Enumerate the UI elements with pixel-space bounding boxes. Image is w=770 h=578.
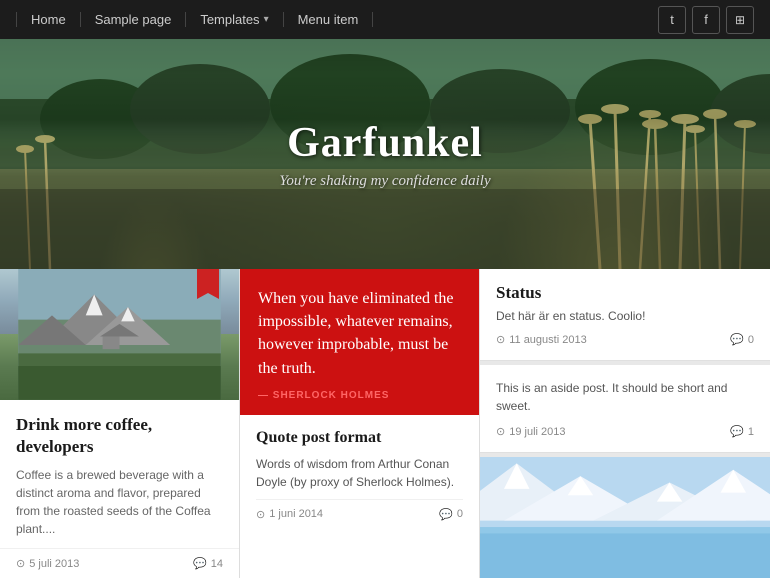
card-quote-text: Words of wisdom from Arthur Conan Doyle … (256, 455, 463, 491)
card-status-date-text: 11 augusti 2013 (509, 334, 586, 346)
card-aside-comments-count: 1 (748, 426, 754, 438)
nav-templates-label: Templates (200, 12, 259, 27)
card-aside: This is an aside post. It should be shor… (480, 365, 770, 453)
nav-templates[interactable]: Templates ▾ (186, 12, 283, 27)
twitter-button[interactable]: t (658, 6, 686, 34)
clock-icon-aside (496, 425, 505, 438)
card-aside-comments: 💬 1 (730, 425, 754, 438)
card-quote-comments-count: 0 (457, 508, 463, 520)
card-quote-footer: 1 juni 2014 💬 0 (256, 499, 463, 521)
card-status-comments: 💬 0 (730, 333, 754, 346)
card-coffee-body: Drink more coffee, developers Coffee is … (0, 400, 239, 548)
card-red-author: — Sherlock Holmes (258, 390, 461, 401)
nav-sample-page[interactable]: Sample page (81, 12, 187, 27)
card-coffee-comments-count: 14 (211, 558, 223, 570)
card-status-text: Det här är en status. Coolio! (496, 309, 754, 323)
nav-home-label: Home (31, 12, 66, 27)
card-middle-column: When you have eliminated the impossible,… (240, 269, 480, 578)
clock-icon-quote (256, 508, 265, 521)
nav-home[interactable]: Home (16, 12, 81, 27)
card-coffee-text: Coffee is a brewed beverage with a disti… (16, 466, 223, 538)
nav-sample-page-label: Sample page (95, 12, 172, 27)
card-status-comments-count: 0 (748, 334, 754, 346)
card-coffee-comments: 💬 14 (193, 557, 223, 570)
card-coffee-date: 5 juli 2013 (16, 557, 79, 570)
hero-section: Garfunkel You're shaking my confidence d… (0, 39, 770, 269)
card-aside-footer: 19 juli 2013 💬 1 (496, 425, 754, 438)
nav-right: t f ⊞ (658, 6, 754, 34)
comment-icon: 💬 (193, 557, 207, 570)
facebook-button[interactable]: f (692, 6, 720, 34)
comment-icon-quote: 💬 (439, 508, 453, 521)
nav-menu-item[interactable]: Menu item (284, 12, 374, 27)
card-coffee-date-text: 5 juli 2013 (29, 558, 79, 570)
card-status-title[interactable]: Status (496, 283, 754, 303)
card-coffee-title[interactable]: Drink more coffee, developers (16, 414, 223, 458)
nav-left: Home Sample page Templates ▾ Menu item (16, 12, 373, 27)
hero-subtitle: You're shaking my confidence daily (279, 173, 490, 190)
clock-icon (16, 557, 25, 570)
instagram-button[interactable]: ⊞ (726, 6, 754, 34)
nav-templates-arrow: ▾ (264, 14, 269, 25)
card-status: Status Det här är en status. Coolio! 11 … (480, 269, 770, 361)
card-red-quote: When you have eliminated the impossible,… (240, 269, 479, 415)
hero-content: Garfunkel You're shaking my confidence d… (279, 119, 490, 190)
card-quote-date-text: 1 juni 2014 (269, 508, 323, 520)
card-aside-date-text: 19 juli 2013 (509, 426, 565, 438)
card-quote-comments: 💬 0 (439, 508, 463, 521)
card-aside-date: 19 juli 2013 (496, 425, 566, 438)
instagram-icon: ⊞ (735, 13, 745, 27)
clock-icon-status (496, 333, 505, 346)
card-status-footer: 11 augusti 2013 💬 0 (496, 333, 754, 346)
card-quote-date: 1 juni 2014 (256, 508, 323, 521)
hero-title: Garfunkel (279, 119, 490, 167)
card-red-quote-text: When you have eliminated the impossible,… (258, 287, 461, 380)
card-coffee-footer: 5 juli 2013 💬 14 (0, 548, 239, 578)
navbar: Home Sample page Templates ▾ Menu item t… (0, 0, 770, 39)
card-mountain-image (480, 457, 770, 578)
mountain-image-illustration (480, 457, 770, 578)
nav-menu-item-label: Menu item (298, 12, 359, 27)
card-coffee: Drink more coffee, developers Coffee is … (0, 269, 240, 578)
comment-icon-status: 💬 (730, 333, 744, 346)
comment-icon-aside: 💬 (730, 425, 744, 438)
twitter-icon: t (670, 12, 674, 27)
card-quote-title[interactable]: Quote post format (256, 429, 463, 447)
card-status-date: 11 augusti 2013 (496, 333, 587, 346)
card-quote-format: Quote post format Words of wisdom from A… (240, 415, 479, 578)
card-coffee-image (0, 269, 239, 400)
cards-section: Drink more coffee, developers Coffee is … (0, 269, 770, 578)
card-right-column: Status Det här är en status. Coolio! 11 … (480, 269, 770, 578)
card-aside-text: This is an aside post. It should be shor… (496, 379, 754, 415)
facebook-icon: f (704, 12, 708, 27)
